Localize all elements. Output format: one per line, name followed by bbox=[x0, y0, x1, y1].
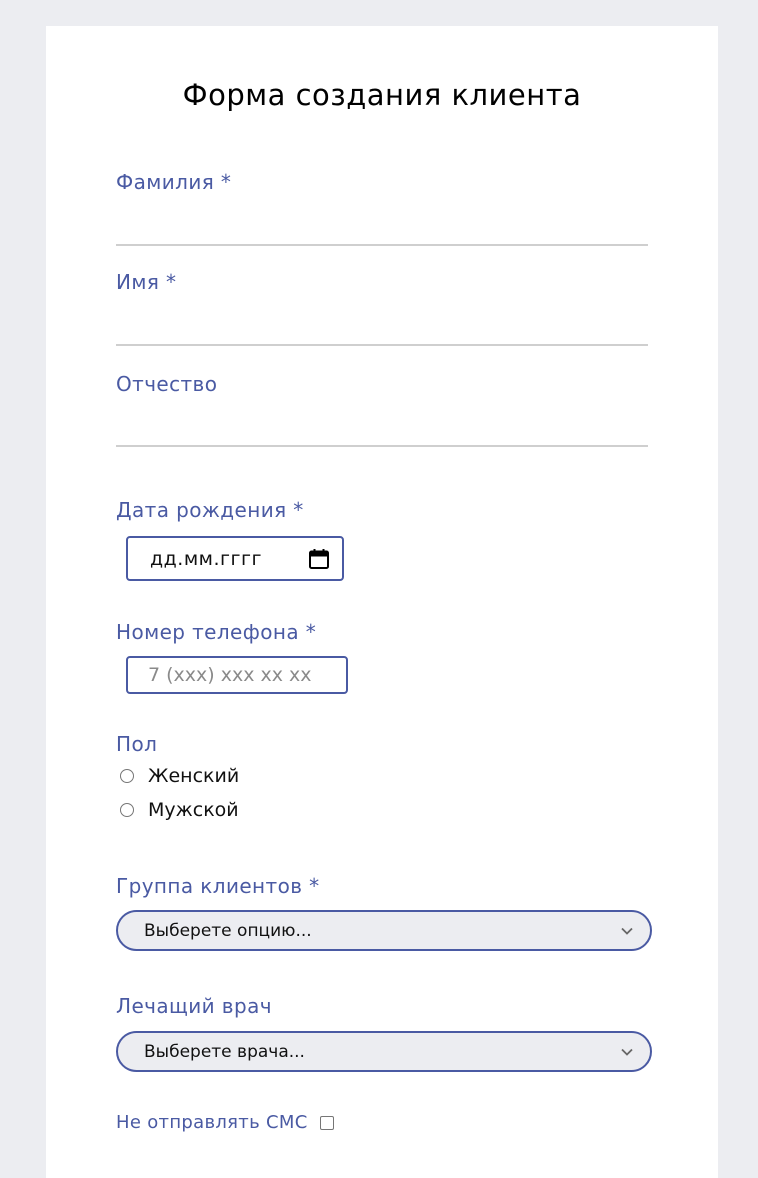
gender-label: Пол bbox=[116, 732, 158, 756]
form-title: Форма создания клиента bbox=[182, 78, 582, 112]
no-sms-row[interactable]: Не отправлять СМС bbox=[116, 1112, 334, 1133]
first-name-label: Имя * bbox=[116, 270, 177, 294]
last-name-input[interactable] bbox=[116, 214, 648, 246]
doctor-selected: Выберете врача... bbox=[144, 1041, 305, 1062]
radio-female[interactable] bbox=[120, 769, 134, 783]
middle-name-input[interactable] bbox=[116, 415, 648, 447]
last-name-label: Фамилия * bbox=[116, 170, 232, 194]
client-group-selected: Выберете опцию... bbox=[144, 920, 312, 941]
birth-date-input[interactable]: дд.мм.гггг bbox=[126, 536, 344, 581]
gender-option-male[interactable]: Мужской bbox=[120, 799, 239, 821]
client-form-card: Форма создания клиента Фамилия * Имя * О… bbox=[46, 26, 718, 1178]
gender-option-female[interactable]: Женский bbox=[120, 765, 239, 787]
no-sms-label: Не отправлять СМС bbox=[116, 1112, 308, 1133]
doctor-select[interactable]: Выберете врача... bbox=[116, 1031, 652, 1072]
radio-male[interactable] bbox=[120, 803, 134, 817]
calendar-icon[interactable] bbox=[308, 548, 330, 570]
no-sms-checkbox[interactable] bbox=[319, 1115, 334, 1130]
phone-label: Номер телефона * bbox=[116, 620, 317, 644]
gender-option-label: Мужской bbox=[148, 799, 239, 821]
chevron-down-icon bbox=[621, 927, 633, 935]
middle-name-label: Отчество bbox=[116, 372, 218, 396]
phone-input[interactable] bbox=[126, 656, 348, 694]
birth-date-placeholder: дд.мм.гггг bbox=[150, 547, 262, 570]
gender-option-label: Женский bbox=[148, 765, 240, 787]
chevron-down-icon bbox=[621, 1048, 633, 1056]
client-group-label: Группа клиентов * bbox=[116, 874, 320, 898]
first-name-input[interactable] bbox=[116, 314, 648, 346]
birth-date-label: Дата рождения * bbox=[116, 498, 304, 522]
client-group-select[interactable]: Выберете опцию... bbox=[116, 910, 652, 951]
doctor-label: Лечащий врач bbox=[116, 994, 272, 1018]
